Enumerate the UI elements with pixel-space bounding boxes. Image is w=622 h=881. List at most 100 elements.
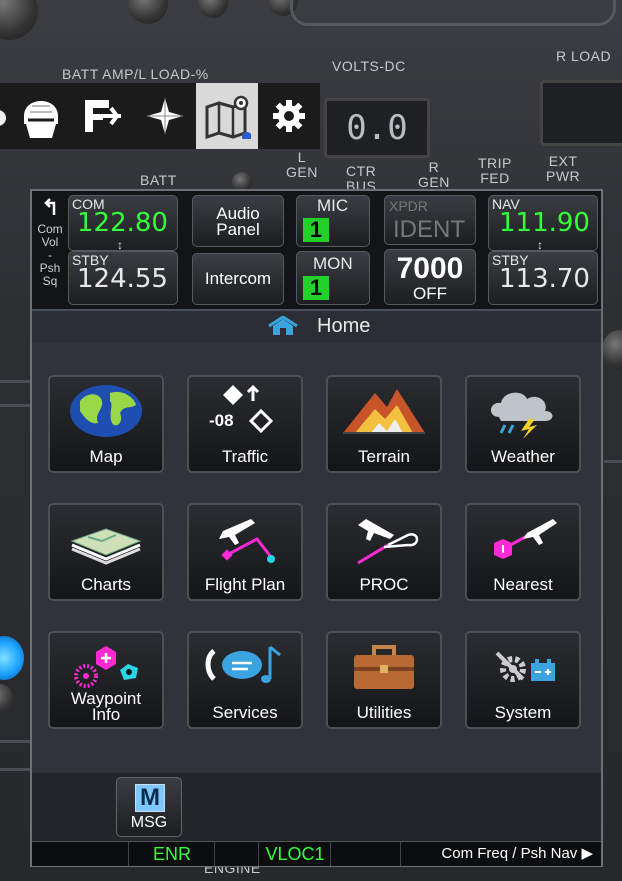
terrain-tile-label: Terrain [358,447,410,466]
charts-icon [50,509,162,569]
com-active-button[interactable]: COM 122.80 ↕ [68,195,178,252]
nav-standby-frequency: 113.70 [499,264,590,294]
bottom-area: M MSG [32,773,601,841]
system-tile-label: System [494,703,552,722]
blue-indicator-light [0,636,24,680]
r-gen-label: R GEN [418,159,450,190]
com-active-frequency: 122.80 [77,208,168,238]
arrow-up-left-icon [44,198,56,215]
toolbox-icon [328,637,440,697]
home-bar[interactable]: Home [32,309,601,343]
home-title: Home [317,315,371,337]
nav-active-frequency: 111.90 [499,208,590,238]
pilot-helmet-icon[interactable] [10,83,72,149]
flight-plan-route-icon [189,509,301,569]
xpdr-code-button[interactable]: 7000 OFF [384,249,476,305]
mic-value: 1 [303,218,329,242]
proc-tile[interactable]: PROC [326,503,442,601]
flight-plan-tile[interactable]: Flight Plan [187,503,303,601]
weather-tile-label: Weather [491,447,555,466]
services-tile[interactable]: Services [187,631,303,729]
batt-amp-label: BATT AMP/L LOAD-% [62,66,209,82]
msg-label: MSG [130,814,168,831]
knob[interactable] [602,330,622,370]
traffic-icon [189,381,301,441]
services-icon [189,637,301,697]
map-icon[interactable] [196,83,258,149]
flight-plan-icon[interactable] [72,83,134,149]
charts-tile[interactable]: Charts [48,503,164,601]
waypoint-info-tile[interactable]: Waypoint Info [48,631,164,729]
partial-icon[interactable] [0,83,10,149]
nav-standby-button[interactable]: STBY 113.70 [488,251,598,305]
status-blank [214,842,259,866]
traffic-tile-label: Traffic [221,447,269,466]
compass-star-icon[interactable] [134,83,196,149]
ext-pwr-label: EXT PWR [546,153,581,184]
com-standby-button[interactable]: STBY 124.55 [68,251,178,305]
xpdr-code: 7000 [396,252,464,285]
volts-display: 0.0 [324,98,430,158]
waypoint-info-tile-label: Waypoint Info [70,689,142,724]
weather-tile[interactable]: Weather [465,375,581,473]
utilities-tile[interactable]: Utilities [326,631,442,729]
panel-line [604,460,622,463]
knob[interactable] [0,684,14,714]
panel-line [0,768,30,771]
panel-line [0,404,30,407]
map-tile[interactable]: Map [48,375,164,473]
xpdr-label: XPDR [389,198,428,214]
mic-label: MIC [317,196,349,215]
audio-panel-label: Audio Panel [216,204,260,239]
mon-button[interactable]: MON 1 [296,251,370,305]
mic-button[interactable]: MIC 1 [296,195,370,247]
top-toolbar [0,83,320,149]
swap-arrow-icon: ↕ [117,238,123,252]
gear-icon[interactable] [258,83,320,149]
storm-cloud-icon [467,381,579,441]
knob[interactable] [198,0,228,18]
procedure-icon [328,509,440,569]
ident-label: IDENT [393,216,465,243]
nav-active-button[interactable]: NAV 111.90 ↕ [488,195,598,252]
utilities-tile-label: Utilities [356,703,412,722]
status-vloc: VLOC1 [258,842,331,866]
instrument-frame [290,0,616,26]
audio-panel-button[interactable]: Audio Panel [192,195,284,247]
globe-icon [50,381,162,441]
nearest-icon [467,509,579,569]
msg-button[interactable]: M MSG [116,777,182,837]
knob[interactable] [0,0,38,40]
knob[interactable] [128,0,168,24]
status-hint[interactable]: Com Freq / Psh Nav ▶ [400,842,599,866]
rload-label: R LOAD [556,48,612,64]
msg-m-icon: M [135,784,165,812]
gtn-display: Com Vol - Psh Sq COM 122.80 ↕ STBY 124.5… [30,189,603,867]
nearest-tile-label: Nearest [493,575,553,594]
terrain-tile[interactable]: Terrain [326,375,442,473]
system-tile[interactable]: System [465,631,581,729]
flight-plan-tile-label: Flight Plan [204,575,286,594]
intercom-button[interactable]: Intercom [192,253,284,305]
xpdr-ident-button[interactable]: XPDR IDENT [384,195,476,245]
l-gen-label: L GEN [286,149,318,180]
waypoint-icon [50,637,162,697]
panel-line [0,380,30,383]
com-vol-knob-label[interactable]: Com Vol - Psh Sq [34,197,66,305]
terrain-icon [328,381,440,441]
traffic-tile[interactable]: -08 Traffic [187,375,303,473]
rload-display [540,80,622,146]
status-blank-2 [330,842,401,866]
com-vol-line: Sq [42,274,58,288]
xpdr-mode: OFF [413,284,447,303]
system-tools-icon [467,637,579,697]
panel-line [0,740,30,743]
trip-fed-label: TRIP FED [478,155,512,186]
proc-tile-label: PROC [359,575,409,594]
volts-label: VOLTS-DC [332,58,406,74]
status-bar: ENR VLOC1 Com Freq / Psh Nav ▶ [32,841,601,866]
nearest-tile[interactable]: Nearest [465,503,581,601]
home-grid: Map -08 Traffic Terrain Weather Charts F… [32,343,601,773]
mon-value: 1 [303,276,329,300]
mon-label: MON [313,254,353,273]
